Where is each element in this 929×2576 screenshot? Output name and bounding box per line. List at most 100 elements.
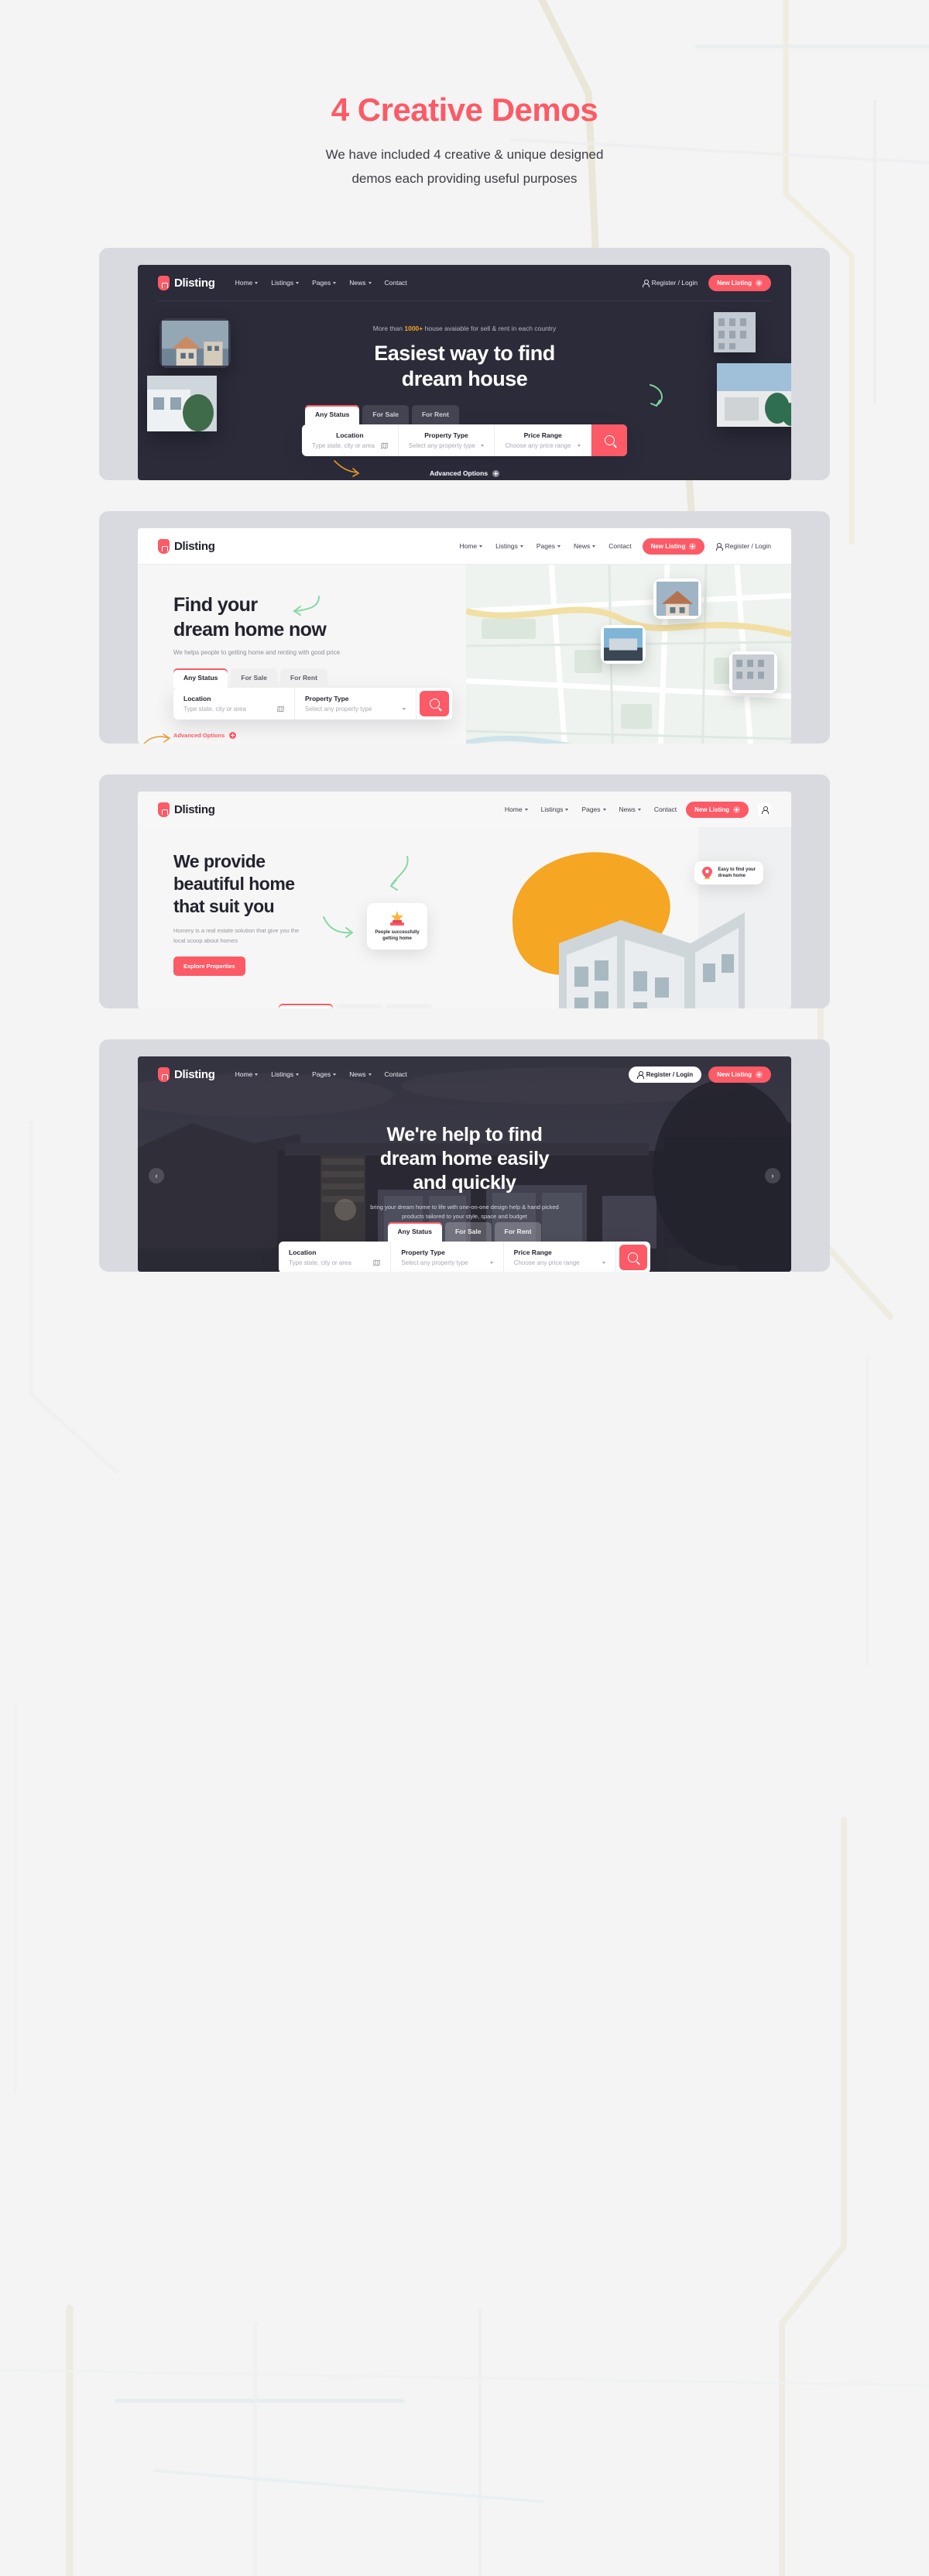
search-tabs[interactable]: Any Status For Sale For Rent [173, 668, 452, 688]
new-listing-button[interactable]: New Listing [642, 538, 705, 555]
price-range-field[interactable]: Price Range Choose any price range [504, 1242, 616, 1272]
nav-link-pages[interactable]: Pages [536, 542, 560, 550]
register-login-link[interactable]: Register / Login [715, 542, 771, 551]
search-tabs[interactable]: Any Status For Sale For Rent [302, 405, 627, 424]
demo-2-search-widget[interactable]: Any Status For Sale For Rent Location Ty… [143, 668, 452, 744]
demo-1-navbar[interactable]: Dlisting Home Listings Pages News Contac… [138, 265, 791, 301]
demo-4-nav-links[interactable]: Home Listings Pages News Contact [235, 1070, 407, 1078]
nav-link-home[interactable]: Home [505, 805, 528, 813]
logo[interactable]: Dlisting [158, 1066, 215, 1082]
logo[interactable]: Dlisting [158, 275, 215, 290]
tab-any-status[interactable]: Any Status [173, 668, 228, 688]
demo-2-preview[interactable]: Dlisting Home Listings Pages News Contac… [138, 528, 791, 744]
property-type-field[interactable]: Property Type Select any property type [295, 688, 417, 720]
search-button[interactable] [420, 691, 449, 716]
demo-3-preview[interactable]: Dlisting Home Listings Pages News Contac… [138, 792, 791, 1008]
nav-link-home[interactable]: Home [235, 1070, 259, 1078]
tab-for-rent[interactable]: For Rent [494, 1222, 542, 1242]
nav-link-listings[interactable]: Listings [271, 1070, 300, 1078]
search-bar[interactable]: Location Type state, city or area Proper… [279, 1242, 650, 1272]
plus-icon [689, 542, 697, 550]
search-icon [628, 1252, 639, 1262]
demo-1-search-widget[interactable]: Any Status For Sale For Rent Location Ty… [302, 405, 627, 479]
search-tabs[interactable]: Any Status For Sale For Rent [279, 1222, 650, 1242]
demo-4-navbar[interactable]: Dlisting Home Listings Pages News Contac… [138, 1056, 791, 1092]
nav-link-pages[interactable]: Pages [312, 1070, 337, 1078]
nav-link-home[interactable]: Home [459, 542, 483, 550]
user-icon [637, 1070, 645, 1079]
tab-for-sale[interactable]: For Sale [362, 405, 409, 424]
demo-4-search-widget[interactable]: Any Status For Sale For Rent Location Ty… [279, 1222, 650, 1272]
search-tabs[interactable]: Any Status For Sale For Rent [173, 1004, 537, 1008]
hero-illustration [512, 827, 791, 1008]
search-icon [429, 699, 440, 709]
advanced-options-toggle[interactable]: Advanced Options [430, 469, 500, 477]
tab-for-sale[interactable]: For Sale [231, 668, 277, 688]
logo[interactable]: Dlisting [158, 802, 215, 817]
nav-link-news[interactable]: News [619, 805, 641, 813]
nav-link-contact[interactable]: Contact [385, 279, 407, 287]
award-badge-label: People successfully getting home [375, 930, 420, 941]
tab-for-sale[interactable]: For Sale [335, 1004, 382, 1008]
demo-2-navbar[interactable]: Dlisting Home Listings Pages News Contac… [138, 528, 791, 564]
account-icon-button[interactable] [758, 802, 771, 816]
demo-4-preview[interactable]: Dlisting Home Listings Pages News Contac… [138, 1056, 791, 1272]
tab-any-status[interactable]: Any Status [305, 405, 360, 424]
price-range-field[interactable]: Price Range Choose any price range [495, 424, 592, 456]
property-type-field[interactable]: Property Type Select any property type [391, 1242, 504, 1272]
nav-link-pages[interactable]: Pages [581, 805, 606, 813]
demo-card-2[interactable]: Dlisting Home Listings Pages News Contac… [99, 511, 830, 744]
demo-1-kicker: More than 1000+ house avaiable for sell … [372, 325, 557, 332]
tab-any-status[interactable]: Any Status [387, 1222, 442, 1242]
property-type-field[interactable]: Property Type Select any property type [399, 424, 495, 456]
demo-2-nav-links[interactable]: Home Listings Pages News Contact [459, 542, 631, 550]
location-field[interactable]: Location Type state, city or area [173, 688, 295, 720]
tab-any-status[interactable]: Any Status [278, 1004, 333, 1008]
chevron-down-icon [602, 1262, 605, 1264]
demo-3-search-widget[interactable]: Any Status For Sale For Rent Location Ty… [173, 1004, 537, 1008]
demo-3-subtitle: Homery is a real estate solution that gi… [173, 927, 300, 944]
register-login-link[interactable]: Register / Login [643, 279, 698, 287]
search-bar[interactable]: Location Type state, city or area Proper… [302, 424, 627, 456]
location-field[interactable]: Location Type state, city or area [302, 424, 399, 456]
demo-3-nav-links[interactable]: Home Listings Pages News Contact [505, 805, 677, 813]
green-arrow-decoration [389, 856, 409, 891]
new-listing-button[interactable]: New Listing [708, 1066, 771, 1083]
tab-for-rent[interactable]: For Rent [385, 1004, 433, 1008]
nav-link-listings[interactable]: Listings [495, 542, 523, 550]
demo-2-hero: Find your dream home now We helps people… [138, 565, 791, 744]
advanced-options-toggle[interactable]: Advanced Options [173, 732, 237, 739]
map-icon [373, 1259, 380, 1266]
logo[interactable]: Dlisting [158, 538, 215, 554]
nav-link-listings[interactable]: Listings [541, 805, 569, 813]
nav-link-contact[interactable]: Contact [608, 542, 631, 550]
demo-card-4[interactable]: Dlisting Home Listings Pages News Contac… [99, 1039, 830, 1272]
nav-link-home[interactable]: Home [235, 279, 259, 287]
tab-for-rent[interactable]: For Rent [279, 668, 327, 688]
tab-for-rent[interactable]: For Rent [411, 405, 459, 424]
explore-properties-button[interactable]: Explore Properties [173, 957, 245, 976]
nav-link-news[interactable]: News [349, 1070, 372, 1078]
search-bar[interactable]: Location Type state, city or area Proper… [173, 688, 452, 720]
search-button[interactable] [619, 1245, 647, 1270]
new-listing-button[interactable]: New Listing [686, 801, 749, 818]
nav-link-news[interactable]: News [574, 542, 596, 550]
register-login-button[interactable]: Register / Login [628, 1066, 702, 1083]
nav-link-listings[interactable]: Listings [271, 279, 300, 287]
demo-3-navbar[interactable]: Dlisting Home Listings Pages News Contac… [138, 792, 791, 827]
plus-icon [756, 1070, 763, 1078]
nav-link-contact[interactable]: Contact [385, 1070, 407, 1078]
new-listing-button[interactable]: New Listing [708, 274, 771, 291]
location-field[interactable]: Location Type state, city or area [279, 1242, 392, 1272]
demo-3-hero: We provide beautiful home that suit you … [138, 827, 791, 1008]
demo-card-1[interactable]: Dlisting Home Listings Pages News Contac… [99, 248, 830, 480]
demo-card-3[interactable]: Dlisting Home Listings Pages News Contac… [99, 775, 830, 1008]
demo-1-preview[interactable]: Dlisting Home Listings Pages News Contac… [138, 265, 791, 480]
chevron-down-icon [481, 445, 485, 447]
nav-link-contact[interactable]: Contact [654, 805, 677, 813]
nav-link-pages[interactable]: Pages [312, 279, 337, 287]
tab-for-sale[interactable]: For Sale [444, 1222, 492, 1242]
search-button[interactable] [591, 424, 627, 456]
demo-1-nav-links[interactable]: Home Listings Pages News Contact [235, 279, 407, 287]
nav-link-news[interactable]: News [349, 279, 372, 287]
